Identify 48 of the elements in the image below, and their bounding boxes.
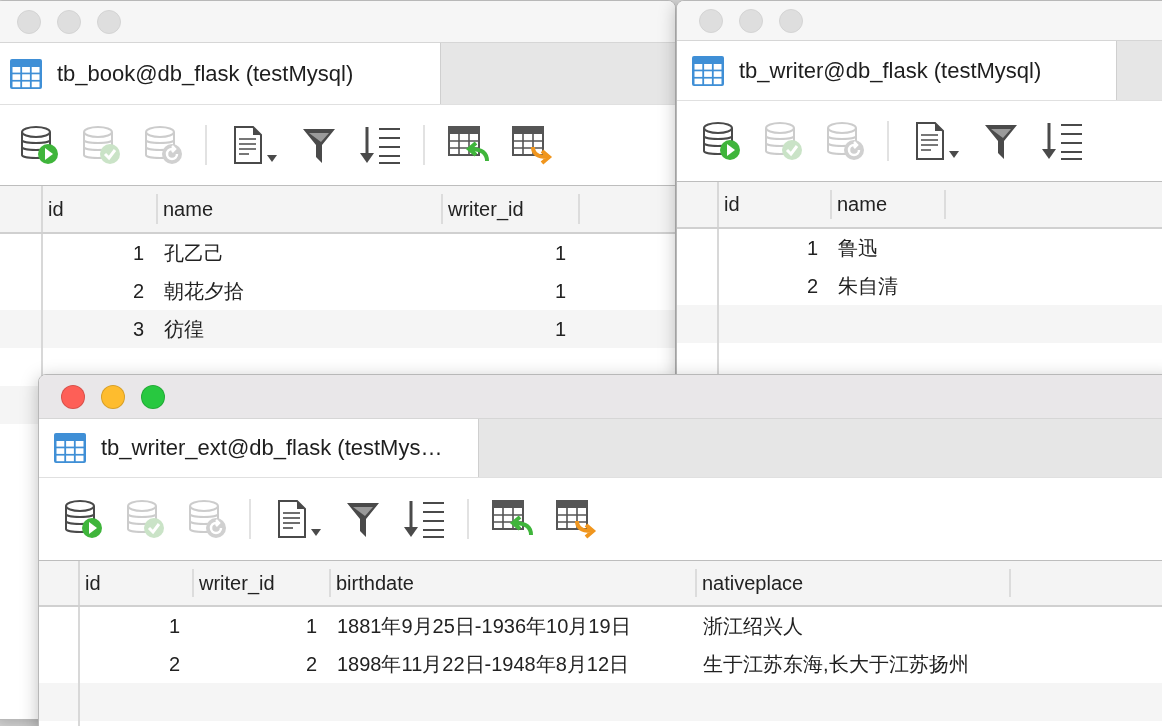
- column-header[interactable]: writer_id: [194, 561, 331, 605]
- database-run-icon[interactable]: [19, 125, 59, 165]
- table-cell-text: 生于江苏东海,长大于江苏扬州: [702, 651, 970, 677]
- column-header[interactable]: birthdate: [331, 561, 697, 605]
- table-cell-text: 1: [304, 613, 318, 639]
- close-button[interactable]: [61, 384, 85, 409]
- table-cell-text: 2: [304, 651, 318, 677]
- table-cell-text: 朝花夕拾: [163, 278, 245, 304]
- table-tab[interactable]: tb_writer_ext@db_flask (testMys…: [39, 419, 479, 477]
- table-cell-text: 2: [167, 651, 181, 677]
- table-tab[interactable]: tb_book@db_flask (testMysql): [0, 43, 441, 104]
- table-cell-text: 朱自清: [837, 273, 899, 299]
- tab-title: tb_writer@db_flask (testMysql): [739, 57, 1042, 84]
- column-header[interactable]: id: [43, 186, 158, 232]
- table-cell-text: 3: [131, 316, 145, 342]
- table-cell-text: 1881年9月25日-1936年10月19日: [336, 613, 632, 639]
- database-run-icon[interactable]: [701, 121, 741, 161]
- column-header[interactable]: nativeplace: [697, 561, 1011, 605]
- column-header[interactable]: writer_id: [443, 186, 580, 232]
- table-cell-text: 1: [167, 613, 181, 639]
- table-cell-text: 孔乙己: [163, 240, 225, 266]
- tab-title: tb_writer_ext@db_flask (testMys…: [101, 435, 443, 461]
- table-export-icon[interactable]: [511, 125, 553, 165]
- table-cell-text: 1: [131, 240, 145, 266]
- column-header[interactable]: name: [832, 182, 946, 227]
- table-cell-text: 浙江绍兴人: [702, 613, 804, 639]
- table-tab[interactable]: tb_writer@db_flask (testMysql): [677, 41, 1117, 100]
- table-cell-text: 鲁迅: [837, 235, 879, 261]
- table-cell-text: 2: [131, 278, 145, 304]
- table-export-icon[interactable]: [555, 499, 597, 539]
- sort-icon[interactable]: [403, 499, 445, 539]
- table-icon: [691, 54, 725, 87]
- database-run-icon[interactable]: [63, 499, 103, 539]
- tab-title: tb_book@db_flask (testMysql): [57, 60, 354, 87]
- table-cell-text: 1: [553, 240, 567, 266]
- table-cell-text: 1: [553, 278, 567, 304]
- table-icon: [9, 57, 43, 90]
- sort-icon[interactable]: [359, 125, 401, 165]
- table-cell-text: 1: [553, 316, 567, 342]
- table-cell-text: 彷徨: [163, 316, 205, 342]
- table-cell-text: 1: [805, 235, 819, 261]
- column-header[interactable]: id: [80, 561, 194, 605]
- sort-icon[interactable]: [1041, 121, 1083, 161]
- table-icon: [53, 432, 87, 464]
- column-header[interactable]: id: [719, 182, 832, 227]
- table-cell-text: 2: [805, 273, 819, 299]
- column-header[interactable]: name: [158, 186, 443, 232]
- table-cell-text: 1898年11月22日-1948年8月12日: [336, 651, 631, 677]
